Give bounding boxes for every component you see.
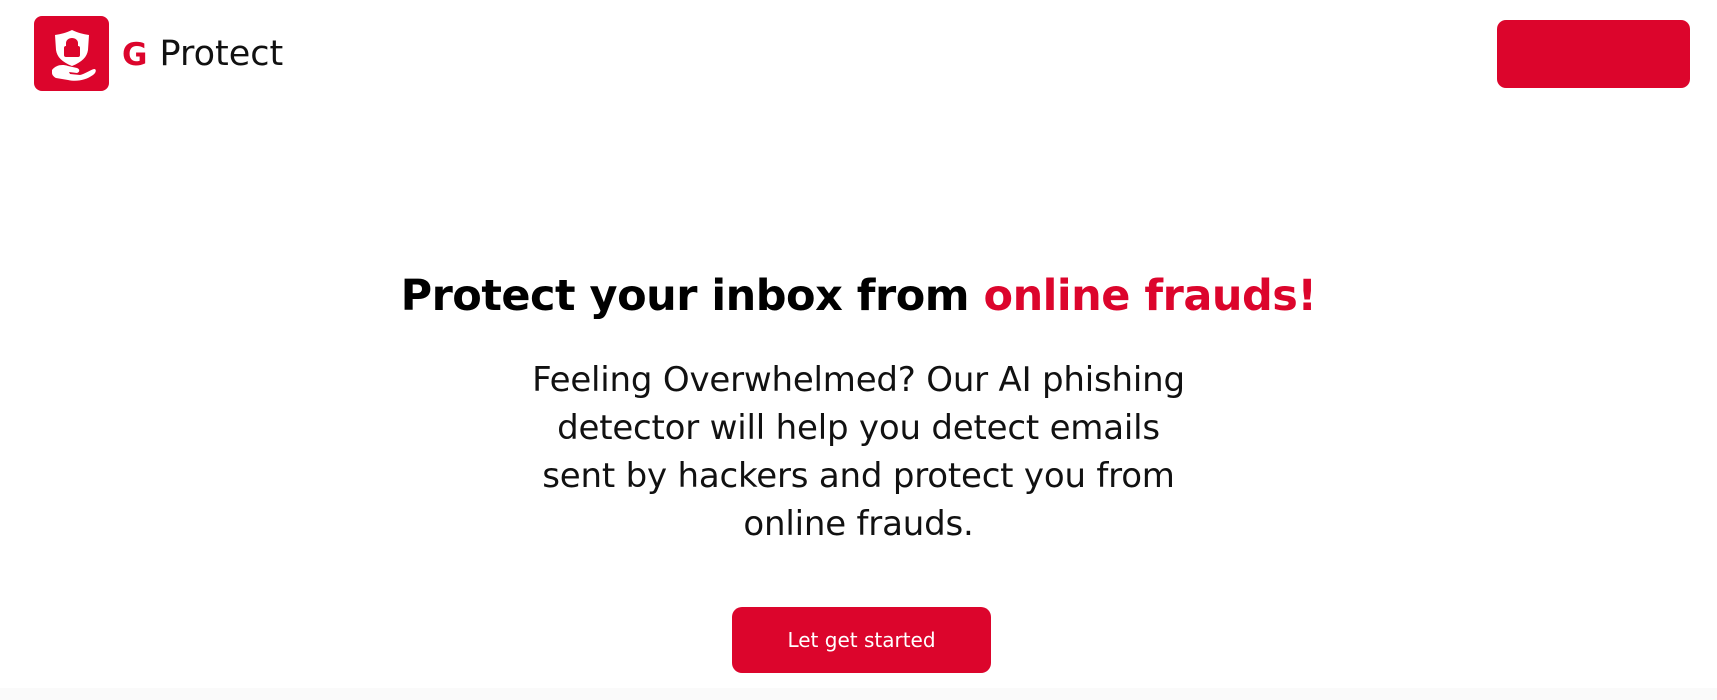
brand[interactable]: G Protect — [34, 16, 283, 91]
brand-initial: G — [122, 36, 148, 73]
brand-wordmark: G Protect — [122, 34, 283, 74]
hero-title-main: Protect your inbox from — [400, 271, 984, 321]
page-bottom-divider — [0, 688, 1717, 700]
hero-title-accent: online frauds! — [983, 271, 1317, 321]
hero-section: Protect your inbox from online frauds! F… — [0, 270, 1717, 548]
shield-hand-icon — [34, 16, 109, 91]
top-header: G Protect — [0, 0, 1717, 105]
brand-name: Protect — [159, 33, 284, 74]
hero-title: Protect your inbox from online frauds! — [0, 270, 1717, 324]
get-started-button[interactable]: Let get started — [732, 607, 991, 673]
hero-subtitle: Feeling Overwhelmed? Our AI phishing det… — [532, 359, 1185, 544]
header-action-button[interactable] — [1497, 20, 1690, 88]
landing-page: G Protect Protect your inbox from online… — [0, 0, 1717, 700]
